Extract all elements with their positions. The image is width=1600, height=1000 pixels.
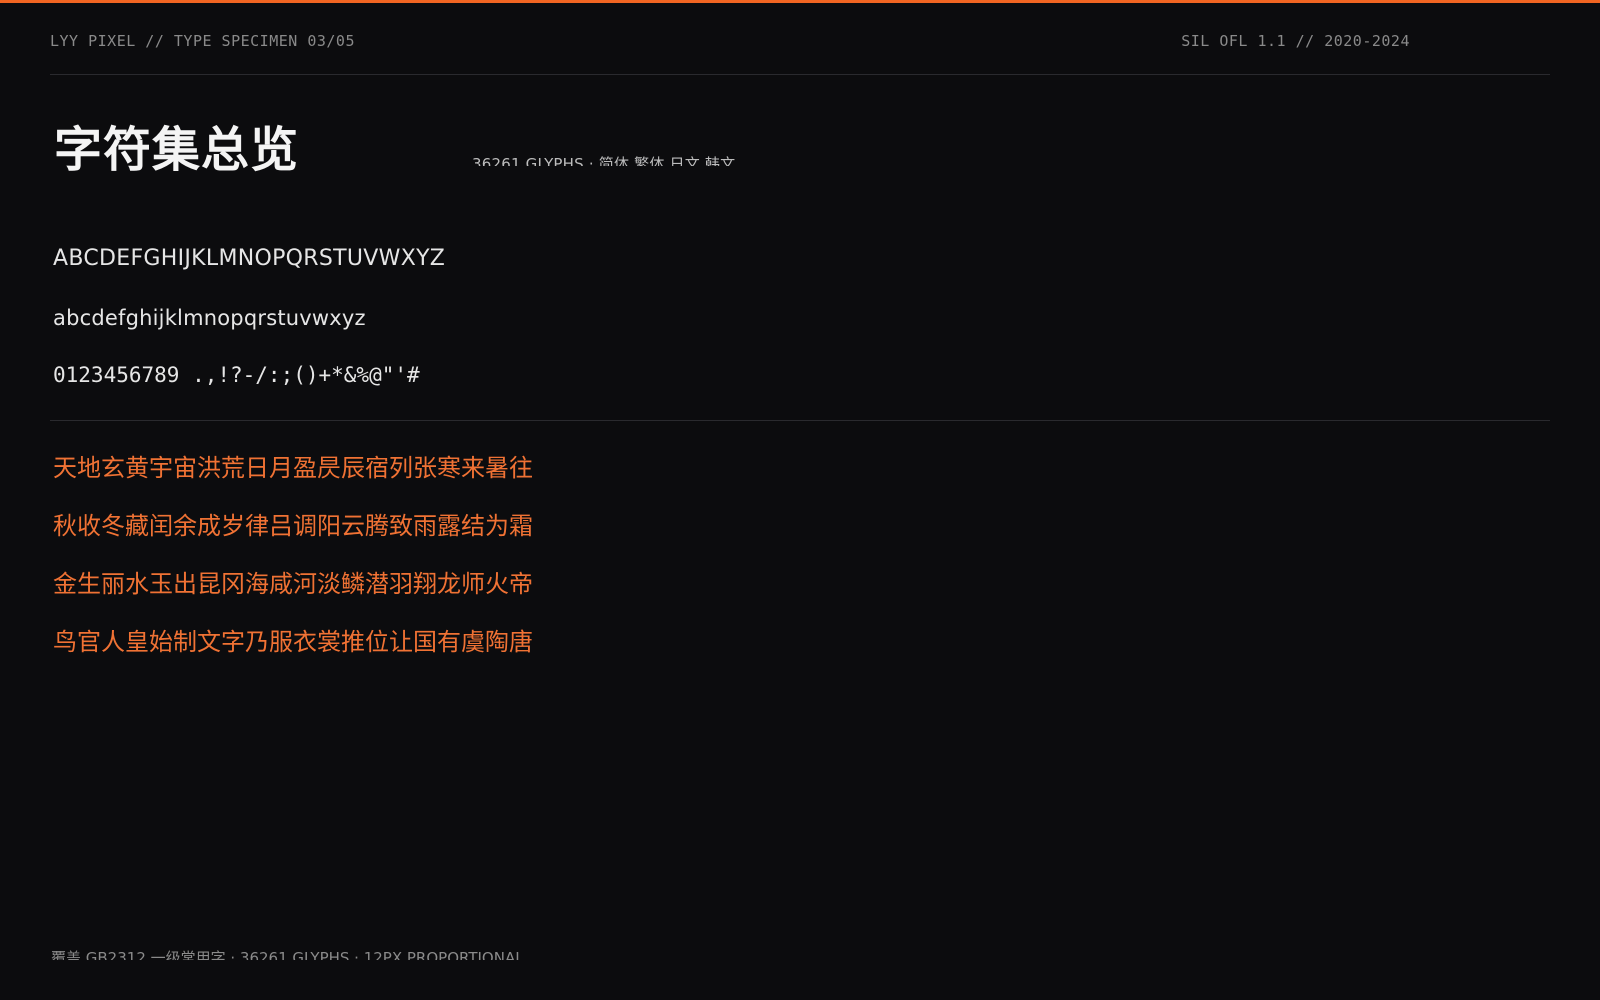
header-left-label: LYY PIXEL // TYPE SPECIMEN 03/05 (50, 32, 355, 50)
header-divider (50, 74, 1550, 75)
cjk-specimen-line: 金生丽水玉出昆冈海咸河淡鳞潜羽翔龙师火帝 (53, 570, 533, 598)
title-row: 字符集总览 36261 GLYPHS · 简体 繁体 日文 韩文 (54, 118, 954, 188)
accent-top-rule (0, 0, 1600, 3)
cjk-specimen-line: 鸟官人皇始制文字乃服衣裳推位让国有虞陶唐 (53, 628, 533, 656)
uppercase-specimen: ABCDEFGHIJKLMNOPQRSTUVWXYZ (53, 246, 446, 271)
page-header: LYY PIXEL // TYPE SPECIMEN 03/05 SIL OFL… (50, 32, 1410, 50)
cjk-specimen-line: 天地玄黄宇宙洪荒日月盈昃辰宿列张寒来暑往 (53, 454, 533, 482)
lowercase-specimen: abcdefghijklmnopqrstuvwxyz (53, 306, 366, 330)
footer-note: 覆盖 GB2312 一级常用字 · 36261 GLYPHS · 12PX PR… (51, 949, 524, 960)
glyph-count-subtitle: 36261 GLYPHS · 简体 繁体 日文 韩文 (472, 155, 736, 166)
section-divider (50, 420, 1550, 421)
digits-punctuation-specimen: 0123456789 .,!?-/:;()+*&%@"'# (53, 363, 420, 387)
cjk-specimen-line: 秋收冬藏闰余成岁律吕调阳云腾致雨露结为霜 (53, 512, 533, 540)
header-right-label: SIL OFL 1.1 // 2020-2024 (1181, 32, 1410, 50)
page-title: 字符集总览 (54, 122, 300, 178)
